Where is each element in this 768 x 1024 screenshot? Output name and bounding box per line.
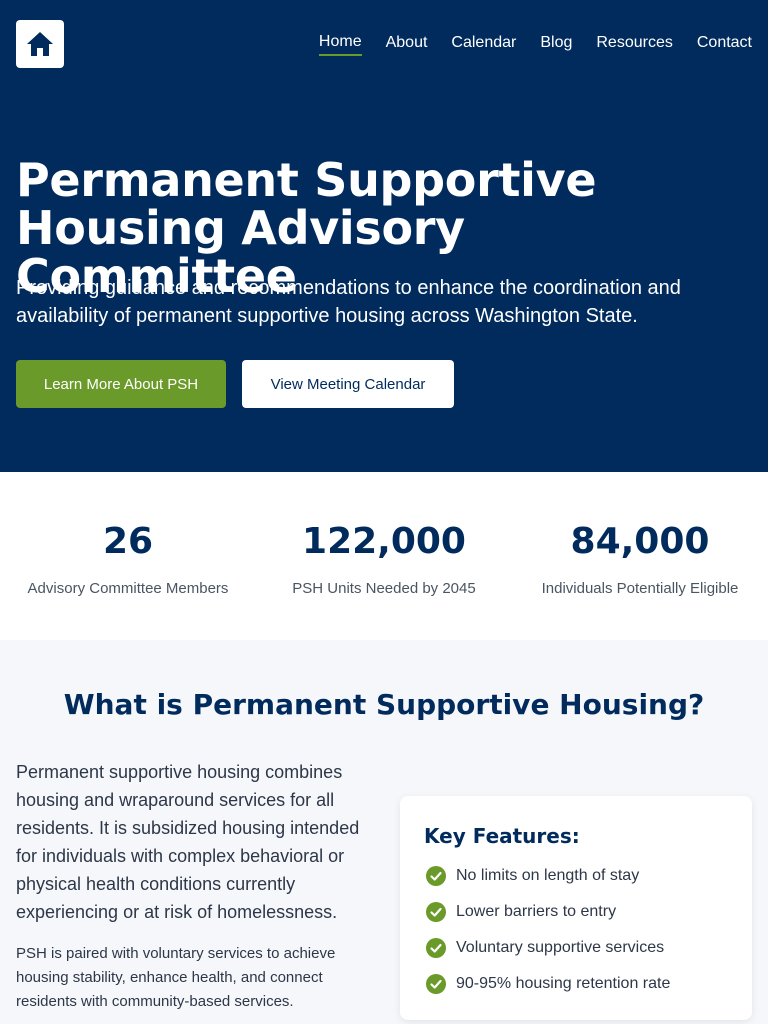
stat-units: 122,000 PSH Units Needed by 2045 [256,521,512,598]
stat-value: 122,000 [302,521,466,562]
check-circle-icon [424,900,448,924]
feature-text: No limits on length of stay [456,867,640,884]
key-features-card: Key Features: No limits on length of sta… [400,796,752,1020]
key-features-title: Key Features: [424,824,580,848]
main-nav: Home About Calendar Blog Resources Conta… [295,0,752,88]
check-circle-icon [424,936,448,960]
hero-subtitle: Providing guidance and recommendations t… [16,277,681,327]
stat-value: 26 [102,521,154,562]
stat-members: 26 Advisory Committee Members [0,521,256,598]
services-paragraph: PSH is paired with voluntary services to… [16,945,336,1010]
home-logo-button[interactable] [16,20,64,68]
check-circle-icon [424,972,448,996]
section-heading: What is Permanent Supportive Housing? [63,688,705,721]
nav-resources[interactable]: Resources [596,34,672,55]
feature-text: Voluntary supportive services [456,939,665,956]
nav-contact[interactable]: Contact [697,34,752,55]
nav-home[interactable]: Home [318,33,362,56]
nav-blog[interactable]: Blog [540,34,572,55]
feature-item: No limits on length of stay [424,864,639,888]
stat-label: PSH Units Needed by 2045 [292,580,476,597]
hero-section: Permanent Supportive Housing Advisory Co… [0,88,768,472]
site-header: Home About Calendar Blog Resources Conta… [0,0,768,88]
home-icon [27,32,53,56]
stat-label: Advisory Committee Members [27,580,229,597]
feature-text: 90-95% housing retention rate [456,975,671,992]
stat-eligible: 84,000 Individuals Potentially Eligible [512,521,768,598]
stat-label: Individuals Potentially Eligible [541,580,739,597]
feature-item: Voluntary supportive services [424,936,664,960]
stats-section: 26 Advisory Committee Members 122,000 PS… [0,472,768,640]
learn-more-button[interactable]: Learn More About PSH [16,360,226,408]
nav-calendar[interactable]: Calendar [451,34,516,55]
view-calendar-button[interactable]: View Meeting Calendar [242,360,454,408]
feature-item: Lower barriers to entry [424,900,616,924]
nav-about[interactable]: About [386,34,428,55]
check-circle-icon [424,864,448,888]
feature-item: 90-95% housing retention rate [424,972,670,996]
feature-text: Lower barriers to entry [456,903,617,920]
about-psh-section: What is Permanent Supportive Housing? Pe… [0,640,768,1024]
stat-value: 84,000 [570,521,710,562]
intro-paragraph: Permanent supportive housing combines ho… [16,762,360,922]
